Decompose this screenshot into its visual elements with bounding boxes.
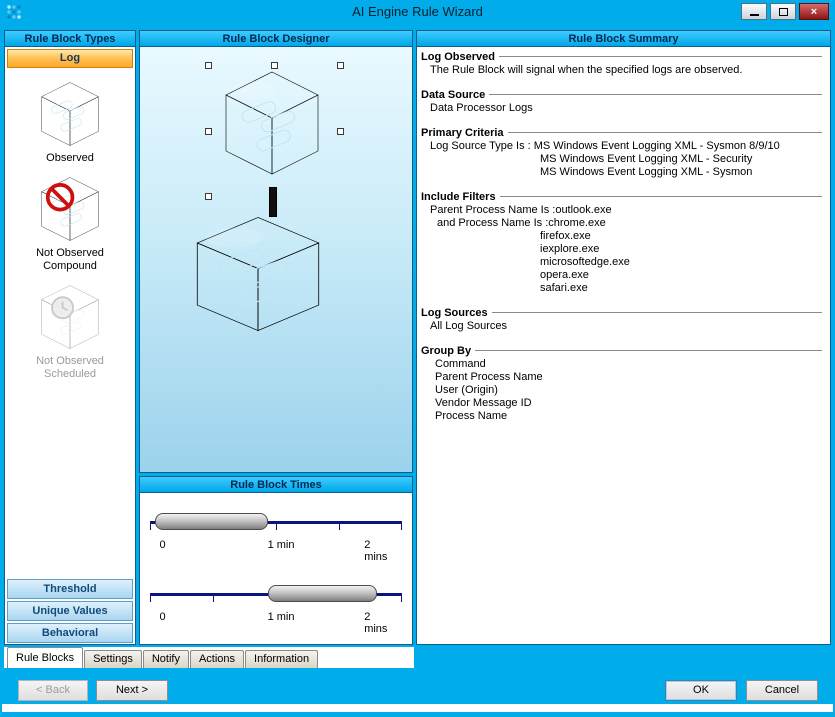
unique-values-category-button[interactable]: Unique Values xyxy=(7,601,133,621)
selection-handle[interactable] xyxy=(337,128,344,135)
time-slider-2: 0 1 min 2 mins xyxy=(150,581,402,637)
minimize-icon xyxy=(750,14,759,16)
wizard-tabstrip: Rule Blocks Settings Notify Actions Info… xyxy=(4,647,414,668)
tab-settings[interactable]: Settings xyxy=(84,650,142,668)
ok-button[interactable]: OK xyxy=(665,680,737,701)
behavioral-category-button[interactable]: Behavioral xyxy=(7,623,133,643)
designer-canvas[interactable] xyxy=(140,47,412,472)
rule-block-times-header: Rule Block Times xyxy=(140,477,412,493)
summary-section-primary-criteria: Primary Criteria Log Source Type Is : MS… xyxy=(421,127,824,179)
slider-thumb[interactable] xyxy=(268,585,376,602)
ai-engine-rule-wizard-window: AI Engine Rule Wizard × Rule Block Types… xyxy=(0,0,835,717)
time-slider-1: 0 1 min 2 mins xyxy=(150,509,402,565)
selection-handle[interactable] xyxy=(271,62,278,69)
titlebar[interactable]: AI Engine Rule Wizard × xyxy=(0,0,835,24)
selection-handle[interactable] xyxy=(205,128,212,135)
tab-notify[interactable]: Notify xyxy=(143,650,189,668)
slider-tick-label: 1 min xyxy=(268,611,295,623)
rule-block-summary-panel: Rule Block Summary Log Observed The Rule… xyxy=(416,30,831,645)
threshold-category-button[interactable]: Threshold xyxy=(7,579,133,599)
not-observed-compound-label: Not Observed xyxy=(36,247,104,259)
rule-block-designer-panel: Rule Block Designer xyxy=(139,30,413,473)
cancel-button[interactable]: Cancel xyxy=(746,680,818,701)
rule-block-designer-header: Rule Block Designer xyxy=(140,31,412,47)
tab-information[interactable]: Information xyxy=(245,650,318,668)
designer-rule-block-cube-bottom[interactable] xyxy=(192,213,324,335)
log-not-observed-scheduled-icon xyxy=(39,283,101,351)
maximize-icon xyxy=(779,8,788,16)
selection-handle[interactable] xyxy=(337,62,344,69)
summary-section-log-observed: Log Observed The Rule Block will signal … xyxy=(421,51,824,77)
slider-tick-label: 0 xyxy=(160,539,166,551)
log-observed-cube-icon xyxy=(39,80,101,148)
slider-tick-label: 2 mins xyxy=(364,539,389,563)
close-icon: × xyxy=(811,6,817,18)
maximize-button[interactable] xyxy=(770,3,796,20)
summary-content: Log Observed The Rule Block will signal … xyxy=(417,47,830,423)
log-category-button[interactable]: Log xyxy=(7,49,133,68)
observed-label: Observed xyxy=(46,152,94,164)
not-observed-scheduled-label: Not Observed xyxy=(36,355,104,367)
rule-block-type-not-observed-compound[interactable]: Not Observed Compound xyxy=(5,175,135,273)
rule-block-types-header: Rule Block Types xyxy=(5,31,135,47)
summary-section-include-filters: Include Filters Parent Process Name Is :… xyxy=(421,191,824,295)
tab-rule-blocks[interactable]: Rule Blocks xyxy=(7,647,83,668)
rule-block-times-panel: Rule Block Times 0 1 min 2 mins 0 1 min … xyxy=(139,476,413,645)
summary-section-group-by: Group By Command Parent Process Name Use… xyxy=(421,345,824,423)
log-not-observed-compound-icon xyxy=(39,175,101,243)
window-title: AI Engine Rule Wizard xyxy=(0,4,835,19)
summary-section-log-sources: Log Sources All Log Sources xyxy=(421,307,824,333)
bottom-strip xyxy=(2,704,833,712)
slider-tick-label: 0 xyxy=(160,611,166,623)
summary-section-data-source: Data Source Data Processor Logs xyxy=(421,89,824,115)
slider-tick-label: 2 mins xyxy=(364,611,389,635)
slider-thumb[interactable] xyxy=(155,513,268,530)
selection-handle[interactable] xyxy=(205,62,212,69)
designer-rule-block-cube-top[interactable] xyxy=(222,65,322,181)
rule-block-type-not-observed-scheduled: Not Observed Scheduled xyxy=(5,283,135,381)
next-button[interactable]: Next > xyxy=(96,680,168,701)
tab-actions[interactable]: Actions xyxy=(190,650,244,668)
rule-block-types-panel: Rule Block Types Log Observed Not Observ… xyxy=(4,30,136,645)
rule-block-type-observed[interactable]: Observed xyxy=(5,80,135,165)
selection-handle[interactable] xyxy=(205,193,212,200)
close-button[interactable]: × xyxy=(799,3,829,20)
back-button[interactable]: < Back xyxy=(18,680,88,701)
rule-block-summary-header: Rule Block Summary xyxy=(417,31,830,47)
slider-tick-label: 1 min xyxy=(268,539,295,551)
minimize-button[interactable] xyxy=(741,3,767,20)
